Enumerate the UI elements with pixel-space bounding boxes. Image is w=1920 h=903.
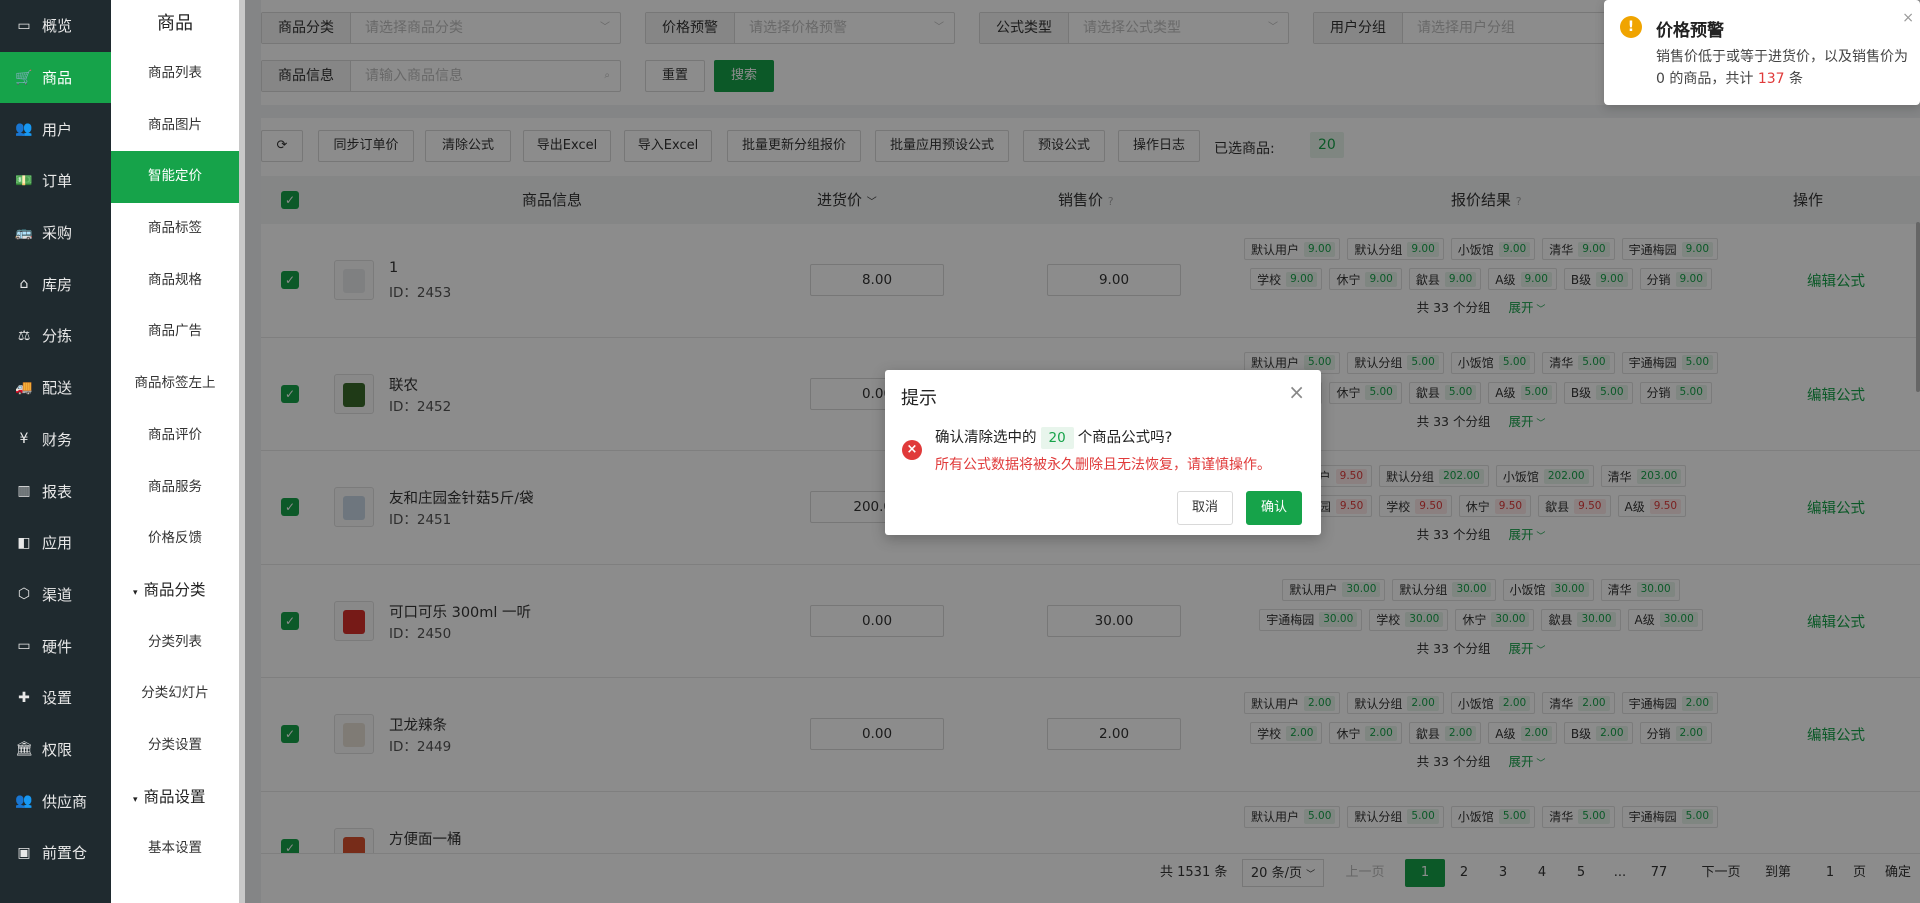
dialog-question: 确认清除选中的 20 个商品公式吗?: [935, 426, 1172, 449]
nav-item-label: 分拣: [42, 327, 73, 346]
confirm-dialog: 提示 × × 确认清除选中的 20 个商品公式吗? 所有公式数据将被永久删除且无法恢…: [885, 370, 1321, 535]
nav-item-7[interactable]: 🚚 配送: [0, 362, 111, 414]
nav-item-label: 概览: [42, 17, 73, 36]
bar-chart-icon: ▥: [17, 483, 31, 500]
nav-item-1[interactable]: 🛒 商品: [0, 51, 111, 104]
subnav-item-6[interactable]: 商品标签左上: [111, 358, 239, 410]
dialog-title: 提示: [901, 388, 937, 409]
nav-item-label: 权限: [42, 740, 73, 759]
nav-item-15[interactable]: 👥 供应商: [0, 775, 111, 827]
nav-item-4[interactable]: 🚌 采购: [0, 207, 111, 259]
nav-item-6[interactable]: ⚖ 分拣: [0, 310, 111, 362]
subnav-item-0[interactable]: 商品列表: [111, 48, 239, 100]
cart-icon: 🛒: [15, 69, 33, 86]
nav-item-3[interactable]: 💵 订单: [0, 155, 111, 207]
nav-item-label: 渠道: [42, 585, 73, 604]
cancel-button[interactable]: 取消: [1177, 491, 1234, 525]
nav-item-16[interactable]: ▣ 前置仓: [0, 827, 111, 879]
nav-item-13[interactable]: ✚ 设置: [0, 672, 111, 724]
nav-item-label: 硬件: [42, 637, 73, 656]
nav-item-9[interactable]: ▥ 报表: [0, 465, 111, 517]
puzzle-icon: ✚: [18, 689, 30, 706]
nav-item-label: 设置: [42, 689, 73, 708]
notification-body: 销售价低于或等于进货价，以及销售价为 0 的商品，共计 137 条: [1656, 46, 1914, 90]
yen-icon: ¥: [19, 431, 29, 448]
nav-item-label: 配送: [42, 379, 73, 398]
nav-item-label: 库房: [42, 275, 73, 294]
nav-item-label: 应用: [42, 534, 73, 553]
price-alert-notification: ! 价格预警 × 销售价低于或等于进货价，以及销售价为 0 的商品，共计 137…: [1604, 0, 1920, 105]
caret-down-icon: ▾: [133, 794, 138, 805]
group-icon: 👥: [15, 793, 33, 810]
close-icon[interactable]: ×: [1902, 10, 1914, 26]
confirm-button[interactable]: 确认: [1246, 491, 1303, 525]
nav-item-8[interactable]: ¥ 财务: [0, 414, 111, 466]
notification-title: 价格预警: [1656, 21, 1724, 41]
truck-icon: 🚚: [15, 379, 33, 396]
nav-item-5[interactable]: ⌂ 库房: [0, 258, 111, 310]
apps-icon: ◧: [17, 534, 31, 551]
subnav-item-1[interactable]: 商品图片: [111, 100, 239, 152]
nav-item-label: 前置仓: [42, 844, 88, 863]
subnav-item-5[interactable]: 商品广告: [111, 306, 239, 358]
secondary-nav: 商品 商品列表 商品图片 智能定价 商品标签 商品规格 商品广告 商品标签左上 商品评价 商品服…: [111, 0, 239, 903]
nav-item-label: 商品: [42, 69, 73, 88]
close-icon[interactable]: ×: [1288, 380, 1305, 404]
alert-count: 137: [1757, 71, 1785, 87]
caret-down-icon: ▾: [133, 587, 138, 598]
nav-item-2[interactable]: 👥 用户: [0, 103, 111, 155]
subnav-group1_items-2[interactable]: 分类设置: [111, 720, 239, 772]
primary-nav: ▭ 概览 🛒 商品 👥 用户 💵 订单 🚌 采购 ⌂ 库房 ⚖ 分拣 🚚 配送 ¥ 财务 ▥ 报表 ◧ 应用 ⬡ 渠道 ▭ 硬件 ✚…: [0, 0, 111, 903]
subnav-item-8[interactable]: 商品服务: [111, 462, 239, 514]
subnav-item-9[interactable]: 价格反馈: [111, 513, 239, 565]
subnav-group-label: 商品分类: [143, 580, 206, 599]
subnav-group1_items-1[interactable]: 分类幻灯片: [111, 668, 239, 720]
nav-item-0[interactable]: ▭ 概览: [0, 0, 111, 52]
bus-icon: 🚌: [15, 224, 33, 241]
question-suffix: 个商品公式吗?: [1077, 430, 1173, 446]
subnav-item-2[interactable]: 智能定价: [111, 151, 239, 204]
notification-unit: 条: [1784, 71, 1803, 87]
nav-item-label: 订单: [42, 172, 73, 191]
home-icon: ⌂: [19, 276, 29, 293]
warehouse-icon: ▣: [17, 844, 31, 861]
selected-count: 20: [1040, 427, 1074, 449]
question-prefix: 确认清除选中的: [935, 430, 1037, 446]
subnav-item-7[interactable]: 商品评价: [111, 410, 239, 462]
subnav-group-label: 商品设置: [143, 787, 206, 806]
subnav-item-3[interactable]: 商品标签: [111, 203, 239, 255]
bank-icon: 🏛: [15, 741, 33, 758]
subnav-item-4[interactable]: 商品规格: [111, 255, 239, 307]
nav-item-label: 财务: [42, 430, 73, 449]
nav-item-label: 报表: [42, 482, 73, 501]
nav-item-label: 用户: [42, 120, 73, 139]
nav-item-12[interactable]: ▭ 硬件: [0, 620, 111, 672]
cube-icon: ⬡: [17, 586, 31, 603]
desktop-icon: ▭: [17, 638, 31, 655]
subnav-group2_items-0[interactable]: 基本设置: [111, 823, 239, 875]
nav-item-11[interactable]: ⬡ 渠道: [0, 569, 111, 621]
warning-icon: !: [1620, 16, 1642, 38]
subnav-group-1[interactable]: ▾ 商品分类: [111, 565, 239, 617]
nav-item-label: 供应商: [42, 792, 88, 811]
nav-item-label: 采购: [42, 224, 73, 243]
subnav-title: 商品: [157, 13, 193, 34]
subnav-group1_items-0[interactable]: 分类列表: [111, 617, 239, 669]
nav-item-14[interactable]: 🏛 权限: [0, 724, 111, 776]
error-icon: ×: [902, 440, 922, 460]
monitor-icon: ▭: [17, 17, 31, 34]
scale-icon: ⚖: [17, 327, 31, 344]
dialog-warning: 所有公式数据将被永久删除且无法恢复，请谨慎操作。: [935, 457, 1271, 473]
cash-icon: 💵: [15, 172, 33, 189]
subnav-group-2[interactable]: ▾ 商品设置: [111, 772, 239, 824]
nav-item-10[interactable]: ◧ 应用: [0, 517, 111, 569]
users-icon: 👥: [15, 121, 33, 138]
